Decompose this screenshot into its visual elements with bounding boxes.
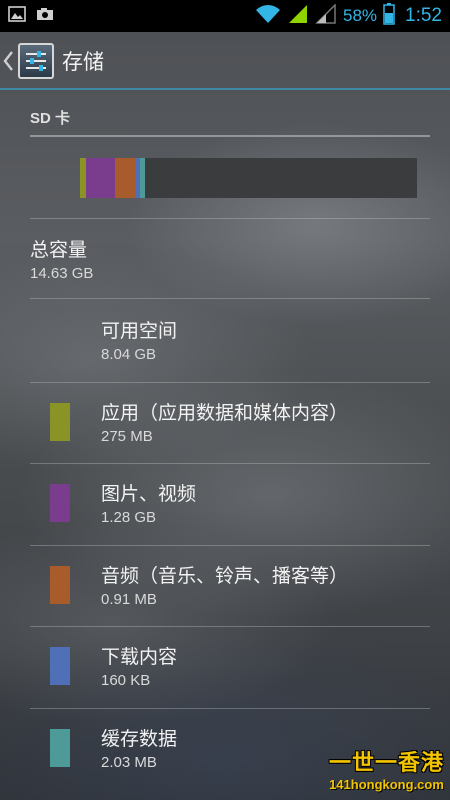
storage-item-value: 0.91 MB <box>101 591 157 608</box>
color-swatch <box>50 647 70 685</box>
storage-usage-bar <box>80 158 417 198</box>
divider <box>30 298 430 299</box>
watermark-line2: 141hongkong.com <box>329 777 444 792</box>
color-swatch <box>50 729 70 767</box>
action-bar: 存储 <box>0 32 450 90</box>
image-icon <box>8 6 26 26</box>
storage-item[interactable]: 可用空间 8.04 GB <box>0 300 450 381</box>
signal-weak-icon <box>315 3 337 28</box>
storage-item-value: 275 MB <box>101 428 153 445</box>
watermark-logo: 一世一香港 141hongkong.com <box>329 745 444 792</box>
storage-item-label: 音频（音乐、铃声、播客等） <box>101 565 349 587</box>
section-divider <box>30 135 430 137</box>
page-title: 存储 <box>62 50 104 74</box>
storage-item-value: 8.04 GB <box>101 346 157 363</box>
color-swatch <box>50 566 70 604</box>
usage-segment <box>86 158 115 198</box>
battery-percent: 58% <box>342 6 378 25</box>
clock: 1:52 <box>405 5 442 26</box>
usage-segment <box>140 158 145 198</box>
signal-icon <box>287 4 309 28</box>
wifi-icon <box>255 4 281 28</box>
storage-item[interactable]: 下载内容 160 KB <box>0 626 450 707</box>
storage-item-label: 图片、视频 <box>101 483 197 505</box>
total-capacity-label: 总容量 <box>30 239 88 261</box>
storage-item[interactable]: 图片、视频 1.28 GB <box>0 463 450 544</box>
settings-icon[interactable] <box>18 43 54 79</box>
status-bar: 58% 1:52 <box>0 0 450 32</box>
back-chevron-icon[interactable] <box>2 46 16 76</box>
storage-item-label: 缓存数据 <box>101 728 178 750</box>
watermark-line1: 一世一香港 <box>328 751 444 776</box>
storage-item-value: 160 KB <box>101 672 151 689</box>
storage-item[interactable]: 应用（应用数据和媒体内容） 275 MB <box>0 382 450 463</box>
action-bar-divider <box>0 88 450 90</box>
camera-icon <box>36 6 54 26</box>
usage-segment <box>115 158 136 198</box>
storage-item[interactable]: 音频（音乐、铃声、播客等） 0.91 MB <box>0 545 450 626</box>
color-swatch <box>50 403 70 441</box>
total-capacity-value: 14.63 GB <box>30 265 94 282</box>
storage-item-label: 可用空间 <box>101 320 178 342</box>
storage-item-label: 下载内容 <box>101 646 178 668</box>
battery-icon <box>383 3 395 29</box>
storage-item-value: 1.28 GB <box>101 509 157 526</box>
storage-item-value: 2.03 MB <box>101 754 157 771</box>
storage-item-label: 应用（应用数据和媒体内容） <box>101 402 349 424</box>
divider <box>30 218 430 219</box>
section-header-sd-card: SD 卡 <box>30 110 71 127</box>
color-swatch <box>50 484 70 522</box>
